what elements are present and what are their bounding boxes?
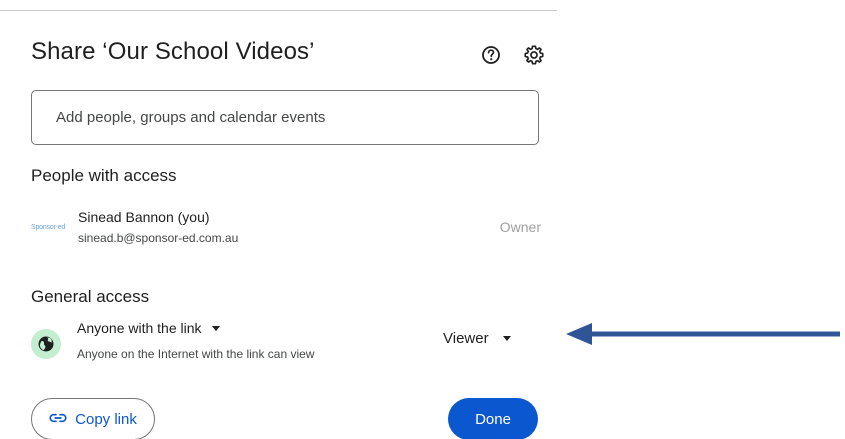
gear-icon[interactable] (522, 43, 546, 67)
people-with-access-heading: People with access (31, 166, 177, 185)
globe-icon (31, 329, 61, 359)
link-role-label: Viewer (443, 330, 489, 347)
annotation-arrow-icon (566, 323, 840, 345)
general-access-scope-dropdown[interactable]: Anyone with the link (77, 320, 220, 336)
done-label: Done (475, 410, 511, 428)
general-access-heading: General access (31, 287, 150, 306)
general-access-row: Anyone with the link Anyone on the Inter… (31, 320, 541, 364)
person-row: Sponsor-ed Sinead Bannon (you) sinead.b@… (31, 208, 541, 248)
dialog-title: Share ‘Our School Videos’ (31, 38, 315, 65)
add-people-placeholder: Add people, groups and calendar events (56, 109, 326, 126)
person-name: Sinead Bannon (you) (78, 209, 210, 225)
copy-link-label: Copy link (75, 410, 137, 428)
avatar-logo-text: Sponsor-ed (31, 223, 66, 231)
access-scope-label: Anyone with the link (77, 320, 202, 336)
top-divider (0, 10, 557, 11)
owner-role-label: Owner (499, 219, 541, 235)
share-dialog: Share ‘Our School Videos’ Add people, gr… (0, 0, 845, 439)
person-email: sinead.b@sponsor-ed.com.au (78, 231, 239, 245)
chevron-down-icon (211, 325, 220, 331)
help-circle-icon[interactable] (480, 44, 502, 66)
access-description: Anyone on the Internet with the link can… (77, 347, 315, 361)
chevron-down-icon (502, 336, 511, 341)
link-role-dropdown[interactable]: Viewer (443, 330, 511, 347)
done-button[interactable]: Done (448, 398, 538, 439)
link-icon (49, 411, 67, 428)
avatar: Sponsor-ed (31, 218, 67, 236)
add-people-input[interactable]: Add people, groups and calendar events (31, 90, 539, 145)
copy-link-button[interactable]: Copy link (31, 398, 155, 439)
